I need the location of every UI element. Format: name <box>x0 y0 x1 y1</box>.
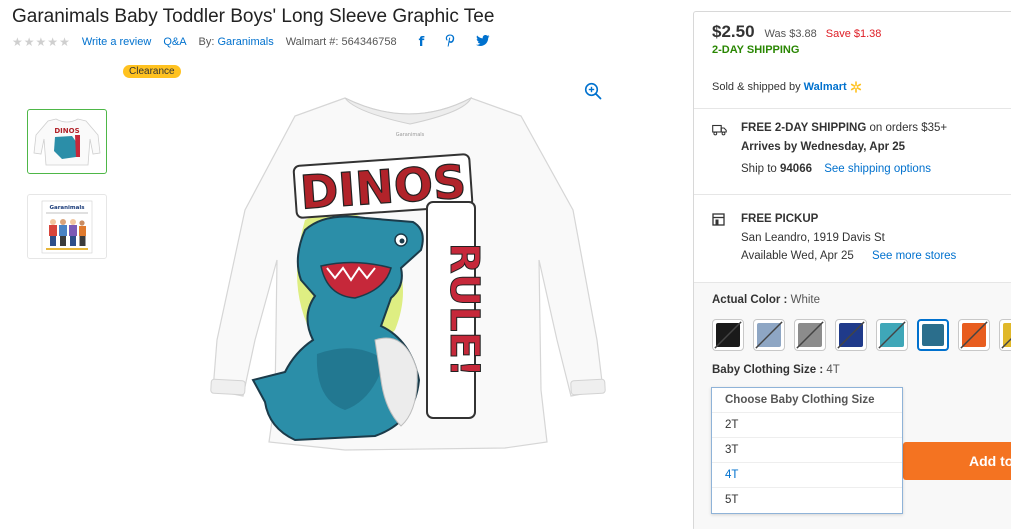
color-swatch-black[interactable] <box>712 319 744 351</box>
shipping-options-link[interactable]: See shipping options <box>824 163 931 175</box>
clearance-badge: Clearance <box>123 65 181 78</box>
arrival-date: Arrives by Wednesday, Apr 25 <box>741 141 906 153</box>
color-swatch-aqua[interactable] <box>876 319 908 351</box>
ship-to-line: Ship to 94066 See shipping options <box>741 163 931 175</box>
color-swatch-orange[interactable] <box>958 319 990 351</box>
size-dropdown-header[interactable]: Choose Baby Clothing Size <box>712 388 902 413</box>
size-value: 4T <box>826 364 840 376</box>
color-swatch-yellow[interactable] <box>999 319 1011 351</box>
brand-link[interactable]: Garanimals <box>217 36 273 48</box>
pinterest-icon[interactable] <box>445 34 455 50</box>
thumbnail-package-image: Garanimals <box>41 200 93 253</box>
unavailable-strike-icon <box>837 321 865 349</box>
color-swatch-navy[interactable] <box>835 319 867 351</box>
product-meta-row: ★ ★ ★ ★ ★ Write a review Q&A By: Garanim… <box>12 34 491 50</box>
free-shipping-threshold: on orders $35+ <box>869 122 948 134</box>
size-label: Baby Clothing Size : 4T <box>712 364 840 376</box>
qa-link[interactable]: Q&A <box>163 36 186 48</box>
walmart-number: Walmart #: 564346758 <box>285 36 397 48</box>
unavailable-strike-icon <box>960 321 988 349</box>
swatch-fill <box>922 324 944 346</box>
pickup-availability: Available Wed, Apr 25 <box>741 250 854 262</box>
thumbnail-shirt-image: DINOS <box>33 118 101 165</box>
unavailable-strike-icon <box>1001 337 1011 349</box>
unavailable-strike-icon <box>796 321 824 349</box>
size-option-2t[interactable]: 2T <box>712 413 902 438</box>
twitter-icon[interactable] <box>476 35 490 49</box>
star-icon: ★ <box>59 35 70 49</box>
star-icon: ★ <box>35 35 47 49</box>
price-row: $2.50 Was $3.88 Save $1.38 <box>712 22 881 42</box>
shirt-brand-tag: Garanimals <box>396 132 425 138</box>
color-label-text: Actual Color : <box>712 294 788 306</box>
star-icon: ★ <box>23 35 35 49</box>
social-share: f <box>419 34 491 50</box>
star-icon: ★ <box>47 35 59 49</box>
svg-text:DINOS: DINOS <box>54 127 79 135</box>
write-review-link[interactable]: Write a review <box>82 36 151 48</box>
thumbnail-front[interactable]: DINOS <box>27 109 107 174</box>
sold-by: Sold & shipped by Walmart <box>712 81 862 93</box>
was-price: Was $3.88 <box>764 28 817 40</box>
free-pickup-label: FREE PICKUP <box>741 213 819 225</box>
unavailable-strike-icon <box>755 321 783 349</box>
svg-text:Garanimals: Garanimals <box>49 205 85 211</box>
divider <box>694 108 1011 109</box>
free-shipping-label: FREE 2-DAY SHIPPING <box>741 122 867 134</box>
seller-name[interactable]: Walmart <box>804 81 847 93</box>
size-option-5t[interactable]: 5T <box>712 488 902 513</box>
color-swatch-gray-heather[interactable] <box>794 319 826 351</box>
unavailable-strike-icon <box>878 321 906 349</box>
see-more-stores-link[interactable]: See more stores <box>872 250 956 262</box>
pickup-availability-line: Available Wed, Apr 25 See more stores <box>741 250 956 262</box>
size-option-4t[interactable]: 4T <box>712 463 902 488</box>
add-to-cart-button[interactable]: Add to Cart <box>903 442 1011 480</box>
brand-by-label: By: <box>198 36 215 48</box>
walmart-spark-icon <box>850 81 861 93</box>
product-title: Garanimals Baby Toddler Boys' Long Sleev… <box>12 6 495 27</box>
color-swatch-white-dino[interactable] <box>917 319 949 351</box>
free-shipping-line: FREE 2-DAY SHIPPING on orders $35+ <box>741 122 947 134</box>
facebook-icon[interactable]: f <box>419 36 425 49</box>
color-value: White <box>790 294 820 306</box>
thumbnail-package[interactable]: Garanimals <box>27 194 107 259</box>
store-icon <box>712 213 725 226</box>
divider <box>694 194 1011 195</box>
ship-to-zip[interactable]: 94066 <box>780 163 812 175</box>
star-icon: ★ <box>12 35 23 49</box>
sold-by-label: Sold & shipped by <box>712 81 801 93</box>
color-label: Actual Color : White <box>712 294 820 306</box>
pickup-store-address: San Leandro, 1919 Davis St <box>741 232 885 244</box>
svg-text:RULE!: RULE! <box>441 243 487 377</box>
rating-stars[interactable]: ★ ★ ★ ★ ★ <box>12 36 70 48</box>
size-dropdown[interactable]: Choose Baby Clothing Size 2T 3T 4T 5T <box>711 387 903 514</box>
current-price: $2.50 <box>712 22 755 41</box>
two-day-shipping-label: 2-DAY SHIPPING <box>712 44 800 56</box>
main-product-image[interactable]: Garanimals DINOS RULE! <box>205 90 615 470</box>
save-amount: Save $1.38 <box>825 28 882 40</box>
color-swatch-light-blue-heather[interactable] <box>753 319 785 351</box>
ship-to-label: Ship to <box>741 163 777 175</box>
size-option-3t[interactable]: 3T <box>712 438 902 463</box>
size-label-text: Baby Clothing Size : <box>712 364 824 376</box>
truck-icon <box>712 124 727 136</box>
unavailable-strike-icon <box>714 321 742 349</box>
